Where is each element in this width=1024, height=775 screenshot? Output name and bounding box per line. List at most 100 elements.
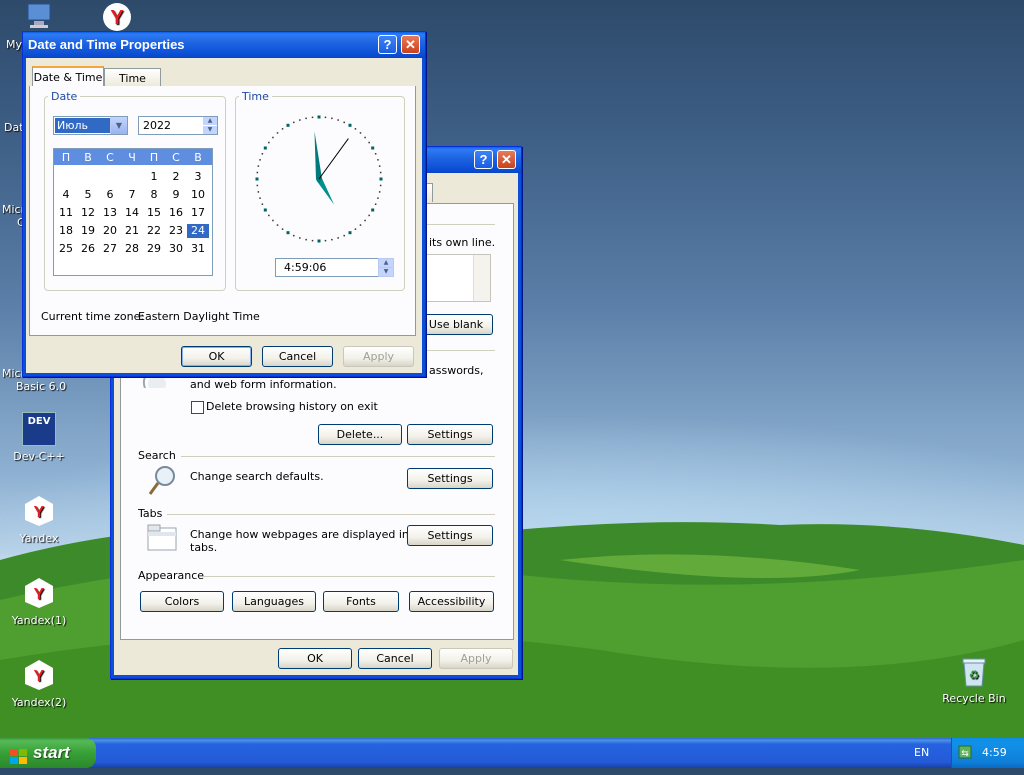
calendar-day[interactable]: 26: [77, 242, 99, 256]
desktop-icon-recycle-bin[interactable]: ♻ Recycle Bin: [935, 656, 1013, 705]
yandex-browser-icon: Y: [22, 658, 56, 692]
calendar-day[interactable]: 4: [55, 188, 77, 202]
clock-minute-tick: [379, 184, 382, 187]
clock-minute-tick: [281, 228, 284, 230]
calendar-day[interactable]: 17: [187, 206, 209, 220]
clock-hour-tick: [317, 239, 321, 243]
desktop-icon-yandex-1[interactable]: Y Yandex(1): [0, 576, 78, 627]
colors-button[interactable]: Colors: [140, 591, 224, 612]
month-select-value: Июль: [55, 118, 111, 133]
calendar-day[interactable]: 1: [143, 170, 165, 184]
clock-minute-tick: [311, 116, 314, 119]
calendar-day[interactable]: 30: [165, 242, 187, 256]
back-homepage-textbox[interactable]: [421, 254, 491, 302]
calendar-day[interactable]: 7: [121, 188, 143, 202]
settings-search-button[interactable]: Settings: [407, 468, 493, 489]
calendar-day[interactable]: 19: [77, 224, 99, 238]
calendar-day[interactable]: 6: [99, 188, 121, 202]
back-cancel-button[interactable]: Cancel: [358, 648, 432, 669]
fonts-button[interactable]: Fonts: [323, 591, 399, 612]
time-spin-down[interactable]: ▼: [378, 267, 394, 277]
cancel-button[interactable]: Cancel: [262, 346, 333, 367]
desktop-icon-yandex-2-label: Yandex(2): [11, 696, 67, 709]
calendar-day[interactable]: 22: [143, 224, 165, 238]
calendar-day[interactable]: 24: [187, 224, 209, 238]
tab-time-zone[interactable]: Time Zone: [104, 68, 161, 104]
year-spin-up[interactable]: ▲: [203, 117, 217, 125]
desktop-icon-devcpp[interactable]: DEV Dev-C++: [0, 412, 78, 463]
year-spinner[interactable]: 2022 ▲ ▼: [138, 116, 218, 135]
language-indicator[interactable]: EN: [914, 746, 929, 759]
calendar-day[interactable]: 27: [99, 242, 121, 256]
search-icon: [147, 464, 177, 496]
network-icon[interactable]: ⇆: [958, 745, 972, 759]
date-time-properties-window[interactable]: Date and Time Properties ? ✕ Date & Time…: [22, 31, 426, 377]
tab-date-time[interactable]: Date & Time: [32, 66, 104, 87]
calendar-day[interactable]: 20: [99, 224, 121, 238]
time-value[interactable]: 4:59:06: [284, 260, 326, 275]
clock-minute-tick: [343, 234, 345, 237]
settings-history-button[interactable]: Settings: [407, 424, 493, 445]
accessibility-button[interactable]: Accessibility: [409, 591, 494, 612]
languages-button[interactable]: Languages: [232, 591, 316, 612]
calendar-day[interactable]: 11: [55, 206, 77, 220]
calendar-day[interactable]: 5: [77, 188, 99, 202]
calendar-day[interactable]: 12: [77, 206, 99, 220]
calendar-day[interactable]: 31: [187, 242, 209, 256]
textbox-scrollbar[interactable]: [473, 255, 490, 301]
apply-button[interactable]: Apply: [343, 346, 414, 367]
help-button[interactable]: ?: [378, 35, 397, 54]
calendar-day[interactable]: 21: [121, 224, 143, 238]
calendar-day[interactable]: 3: [187, 170, 209, 184]
ok-button[interactable]: OK: [181, 346, 252, 367]
desktop-icon-my-computer[interactable]: [0, 2, 78, 34]
month-select[interactable]: Июль ▼: [53, 116, 128, 135]
calendar-day[interactable]: 29: [143, 242, 165, 256]
calendar-day[interactable]: 9: [165, 188, 187, 202]
year-spin-down[interactable]: ▼: [203, 126, 217, 134]
chevron-down-icon[interactable]: ▼: [110, 117, 127, 134]
start-button[interactable]: start: [0, 738, 96, 768]
calendar-day[interactable]: 15: [143, 206, 165, 220]
timezone-value: Eastern Daylight Time: [138, 310, 260, 323]
settings-tabs-button[interactable]: Settings: [407, 525, 493, 546]
date-time-title-bar[interactable]: Date and Time Properties ? ✕: [23, 32, 425, 58]
tray-clock[interactable]: 4:59: [982, 746, 1007, 759]
clock-minute-tick: [268, 214, 270, 217]
clock-hour-tick: [348, 231, 352, 235]
time-input[interactable]: 4:59:06 ▲ ▼: [275, 258, 394, 277]
desktop-icon-yandex-2[interactable]: Y Yandex(2): [0, 658, 78, 709]
svg-text:Y: Y: [34, 668, 45, 685]
calendar-day[interactable]: 2: [165, 170, 187, 184]
close-button[interactable]: ✕: [401, 35, 420, 54]
calendar-day[interactable]: 28: [121, 242, 143, 256]
calendar-day[interactable]: 14: [121, 206, 143, 220]
tabs-section-title: Tabs: [138, 507, 163, 520]
back-apply-button[interactable]: Apply: [439, 648, 513, 669]
use-blank-button[interactable]: Use blank: [419, 314, 493, 335]
clock-hour-tick: [317, 115, 321, 119]
calendar-day[interactable]: 23: [165, 224, 187, 238]
calendar-day[interactable]: 16: [165, 206, 187, 220]
desktop-icon-yandex[interactable]: Y Yandex: [0, 494, 78, 545]
computer-icon: [24, 2, 54, 30]
calendar-day[interactable]: 10: [187, 188, 209, 202]
recycle-bin-icon: ♻: [960, 656, 988, 688]
delete-button[interactable]: Delete...: [318, 424, 402, 445]
calendar-day[interactable]: 25: [55, 242, 77, 256]
tabs-icon: [147, 524, 177, 552]
back-ok-button[interactable]: OK: [278, 648, 352, 669]
back-close-button[interactable]: ✕: [497, 150, 516, 169]
clock-minute-tick: [276, 132, 279, 134]
clock-minute-tick: [261, 153, 264, 155]
calendar-day[interactable]: 18: [55, 224, 77, 238]
calendar-day[interactable]: 8: [143, 188, 165, 202]
back-help-button[interactable]: ?: [474, 150, 493, 169]
calendar-day[interactable]: 13: [99, 206, 121, 220]
clock-hour-tick: [286, 231, 290, 235]
calendar-weekday: В: [194, 151, 202, 164]
separator: [421, 350, 495, 351]
delete-history-checkbox[interactable]: [191, 401, 204, 414]
delete-history-label[interactable]: Delete browsing history on exit: [206, 400, 378, 413]
calendar-grid[interactable]: П В С Ч П С В 1 2 3 4 5 6 7 8 9 10 11 12 13 14 15 16 17 18 19 20 21…: [53, 148, 213, 276]
